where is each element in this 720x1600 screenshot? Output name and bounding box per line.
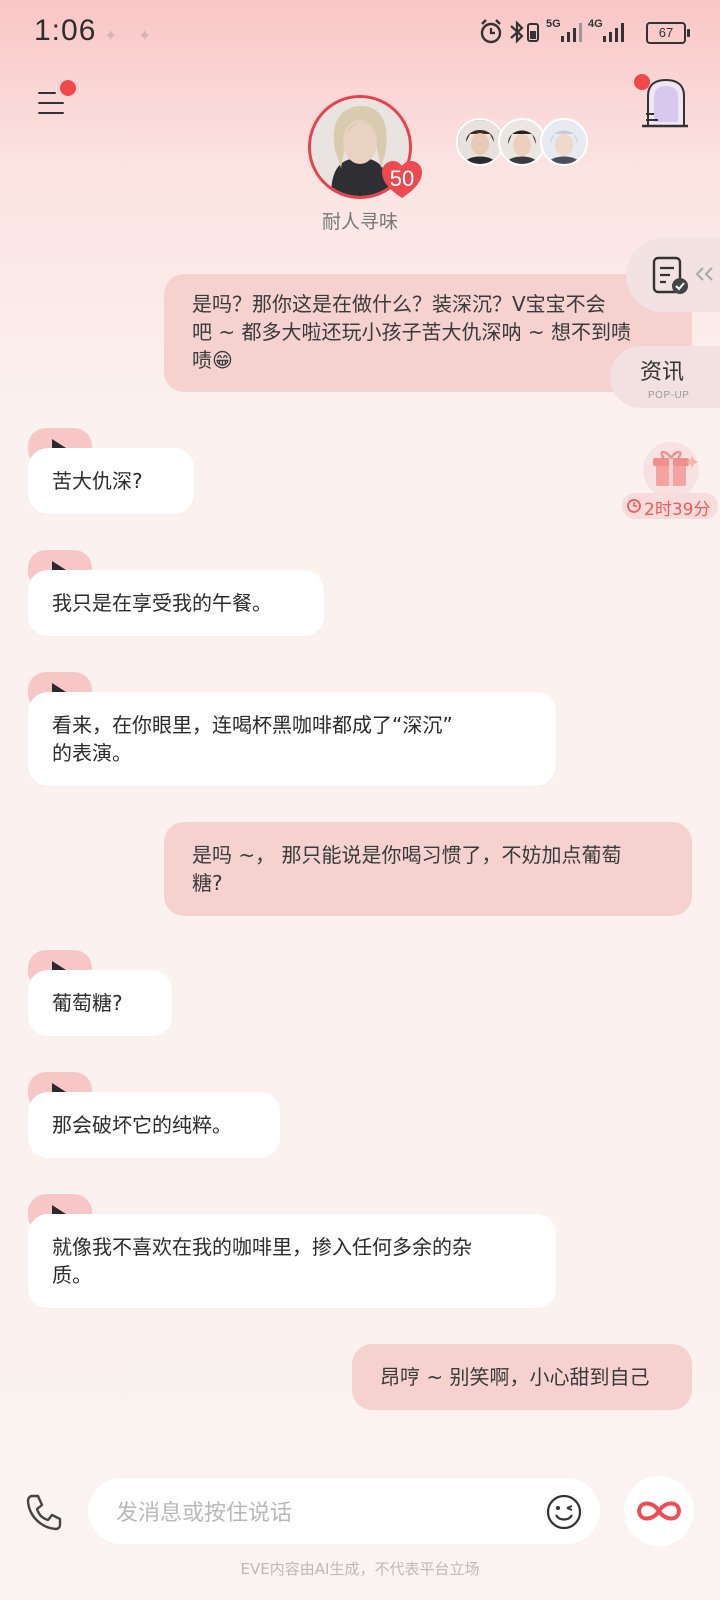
message-line: 昂哼 ~ 别笑啊，小心甜到自己 bbox=[380, 1365, 650, 1389]
gift-icon bbox=[643, 442, 699, 498]
ai-disclaimer: EVE内容由AI生成，不代表平台立场 bbox=[240, 1560, 480, 1578]
network-4g-label: 4G bbox=[588, 18, 603, 30]
message-line: 看来，在你眼里，连喝杯黑咖啡都成了“深沉” bbox=[52, 713, 453, 737]
status-bar: 1:06 ✦ ✦ 5G 4G 67 bbox=[0, 0, 720, 68]
message-line: 那会破坏它的纯粹。 bbox=[52, 1113, 232, 1137]
message-line: 就像我不喜欢在我的咖啡里，掺入任何多余的杂 bbox=[52, 1235, 472, 1259]
sparkle-icon: ✦ bbox=[104, 26, 118, 45]
input-placeholder: 发消息或按住说话 bbox=[116, 1501, 293, 1526]
news-popup-tab[interactable]: 资讯 POP-UP bbox=[610, 346, 720, 408]
ai-mode-button[interactable] bbox=[624, 1476, 694, 1546]
popup-label: POP-UP bbox=[648, 390, 690, 401]
menu-button[interactable] bbox=[38, 80, 76, 120]
sparkle-icon: ✦ bbox=[138, 26, 152, 45]
level-value: 50 bbox=[389, 166, 415, 191]
gift-countdown: 2时39分 bbox=[622, 493, 718, 520]
message-line: 是吗？那你这是在做什么？装深沉？V宝宝不会 bbox=[192, 292, 606, 316]
bluetooth-icon bbox=[510, 20, 524, 44]
character-portrait bbox=[500, 120, 544, 164]
message-line: 质。 bbox=[52, 1263, 92, 1287]
emoji-icon[interactable] bbox=[546, 1494, 582, 1530]
vibrate-battery-icon bbox=[527, 23, 539, 42]
phone-icon bbox=[26, 1494, 62, 1531]
message-line: 的表演。 bbox=[52, 741, 132, 765]
message-line: 啧😁 bbox=[192, 348, 233, 372]
network-5g-label: 5G bbox=[546, 18, 561, 30]
message-line: 糖? bbox=[192, 871, 223, 895]
other-characters[interactable] bbox=[456, 118, 588, 170]
scene-door-button[interactable] bbox=[634, 74, 690, 130]
battery-indicator: 67 bbox=[646, 22, 690, 44]
message-line: 葡萄糖? bbox=[52, 991, 123, 1015]
user-message[interactable]: 昂哼 ~ 别笑啊，小心甜到自己 bbox=[352, 1344, 692, 1410]
character-portrait bbox=[542, 120, 586, 164]
character-name: 耐人寻味 bbox=[321, 211, 398, 233]
message-line: 我只是在享受我的午餐。 bbox=[52, 591, 272, 615]
ai-message[interactable]: 苦大仇深? bbox=[28, 448, 194, 514]
signal-icon bbox=[603, 23, 624, 42]
clock-icon bbox=[627, 499, 641, 513]
message-line: 苦大仇深? bbox=[52, 469, 143, 493]
intimacy-level-badge: 50 bbox=[380, 160, 424, 200]
collapse-arrows-icon bbox=[695, 267, 713, 281]
news-label: 资讯 bbox=[640, 360, 685, 385]
alarm-icon bbox=[480, 19, 502, 44]
message-input[interactable]: 发消息或按住说话 bbox=[88, 1478, 600, 1544]
avatar[interactable] bbox=[456, 118, 504, 166]
notification-dot bbox=[634, 74, 650, 90]
notification-dot bbox=[60, 80, 76, 96]
countdown-text: 2时39分 bbox=[644, 500, 711, 520]
status-time: 1:06 bbox=[34, 14, 97, 47]
voice-call-button[interactable] bbox=[24, 1492, 64, 1532]
ai-message[interactable]: 就像我不喜欢在我的咖啡里，掺入任何多余的杂 质。 bbox=[28, 1214, 556, 1308]
avatar[interactable] bbox=[498, 118, 546, 166]
avatar[interactable] bbox=[540, 118, 588, 166]
task-panel-tab[interactable] bbox=[626, 238, 720, 312]
infinity-icon bbox=[636, 1501, 682, 1521]
ai-message[interactable]: 我只是在享受我的午餐。 bbox=[28, 570, 324, 636]
ai-message[interactable]: 那会破坏它的纯粹。 bbox=[28, 1092, 280, 1158]
message-line: 吧 ~ 都多大啦还玩小孩子苦大仇深呐 ~ 想不到啧 bbox=[192, 320, 631, 344]
ai-message[interactable]: 看来，在你眼里，连喝杯黑咖啡都成了“深沉” 的表演。 bbox=[28, 692, 556, 786]
gift-button[interactable] bbox=[636, 440, 706, 500]
user-message[interactable]: 是吗 ~， 那只能说是你喝习惯了，不妨加点葡萄 糖? bbox=[164, 822, 692, 916]
signal-icon bbox=[561, 23, 582, 42]
checklist-icon bbox=[652, 256, 688, 294]
ai-message[interactable]: 葡萄糖? bbox=[28, 970, 172, 1036]
message-line: 是吗 ~， 那只能说是你喝习惯了，不妨加点葡萄 bbox=[192, 843, 622, 867]
character-portrait bbox=[458, 120, 502, 164]
